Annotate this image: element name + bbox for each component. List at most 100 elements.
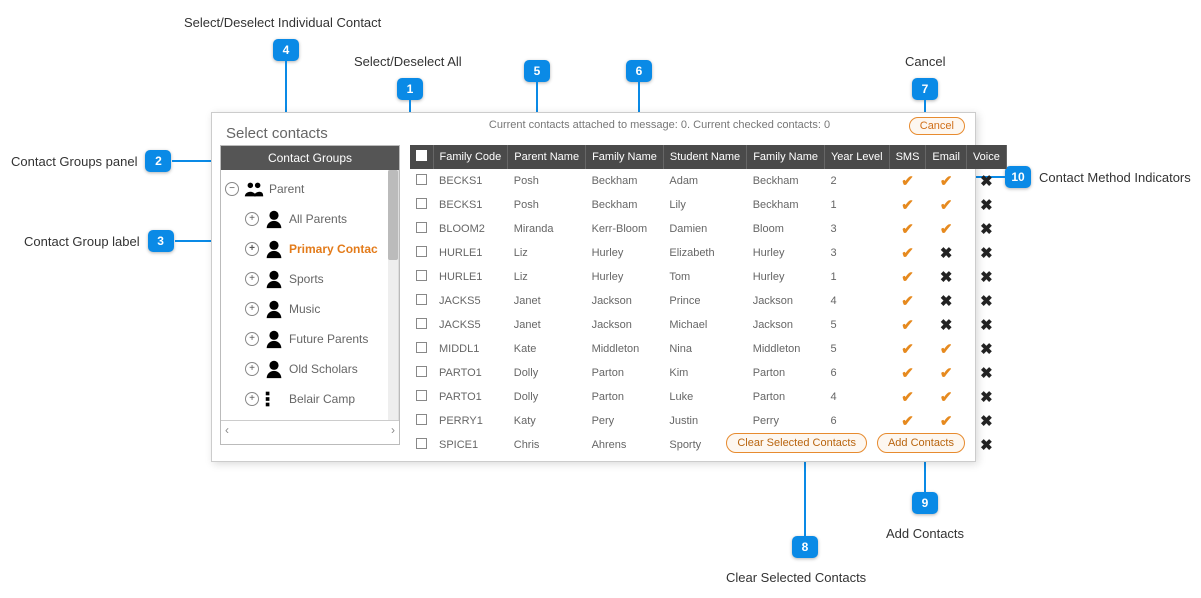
col-family-name2[interactable]: Family Name [747,145,825,169]
select-all-checkbox[interactable] [416,150,427,161]
cell-family-code: PERRY1 [433,409,508,433]
cell-family-name: Beckham [586,169,664,193]
table-row[interactable]: BECKS1PoshBeckhamLilyBeckham1✔✔✖ [410,193,1006,217]
row-checkbox-cell[interactable] [410,385,433,409]
col-parent-name[interactable]: Parent Name [508,145,586,169]
expand-icon[interactable]: + [245,272,259,286]
row-checkbox-cell[interactable] [410,337,433,361]
expand-icon[interactable]: + [245,302,259,316]
table-row[interactable]: HURLE1LizHurleyElizabethHurley3✔✖✖ [410,241,1006,265]
expand-icon[interactable]: + [245,332,259,346]
col-year-level[interactable]: Year Level [824,145,889,169]
callout-label: Contact Group label [24,234,140,249]
table-row[interactable]: PERRY1KatyPeryJustinPerry6✔✔✖ [410,409,1006,433]
cell-email: ✔ [926,409,967,433]
callout-num-6: 6 [626,60,652,82]
table-row[interactable]: HURLE1LizHurleyTomHurley1✔✖✖ [410,265,1006,289]
callout-num-5: 5 [524,60,550,82]
check-icon: ✔ [940,413,953,430]
clear-selected-button[interactable]: Clear Selected Contacts [726,433,867,453]
row-checkbox[interactable] [416,294,427,305]
row-checkbox[interactable] [416,342,427,353]
expand-icon[interactable]: + [245,212,259,226]
table-row[interactable]: PARTO1DollyPartonLukeParton4✔✔✖ [410,385,1006,409]
row-checkbox-cell[interactable] [410,313,433,337]
sidebar-item-label: Sports [289,272,324,286]
col-email[interactable]: Email [926,145,967,169]
scroll-left-icon[interactable]: ‹ [225,423,229,437]
cell-sms: ✔ [889,313,926,337]
row-checkbox-cell[interactable] [410,289,433,313]
row-checkbox[interactable] [416,318,427,329]
col-sms[interactable]: SMS [889,145,926,169]
callout-10: 10 Contact Method Indicators [1005,166,1191,188]
expand-icon[interactable]: + [245,392,259,406]
cell-sms: ✔ [889,409,926,433]
row-checkbox[interactable] [416,222,427,233]
table-row[interactable]: BECKS1PoshBeckhamAdamBeckham2✔✔✖ [410,169,1006,193]
row-checkbox[interactable] [416,246,427,257]
cell-family-code: MIDDL1 [433,337,508,361]
cell-family-name2: Beckham [747,193,825,217]
row-checkbox[interactable] [416,414,427,425]
sidebar-item[interactable]: +Belair Camp [223,384,396,414]
expand-icon[interactable]: + [245,242,259,256]
sidebar-item[interactable]: +Primary Contac [223,234,396,264]
row-checkbox-cell[interactable] [410,361,433,385]
cell-parent-name: Posh [508,193,586,217]
cell-family-name2: Hurley [747,241,825,265]
callout-label: Select/Deselect All [354,54,462,69]
sidebar-item[interactable]: + Future Parents [223,324,396,354]
row-checkbox-cell[interactable] [410,409,433,433]
cancel-button[interactable]: Cancel [909,117,965,135]
cell-year-level: 4 [824,385,889,409]
row-checkbox-cell[interactable] [410,265,433,289]
contacts-table-wrap: Family Code Parent Name Family Name Stud… [410,145,967,457]
sidebar-item[interactable]: + Sports [223,264,396,294]
col-voice[interactable]: Voice [966,145,1006,169]
scrollbar-thumb[interactable] [388,170,398,260]
table-header-row: Family Code Parent Name Family Name Stud… [410,145,1006,169]
scroll-right-icon[interactable]: › [391,423,395,437]
table-row[interactable]: JACKS5JanetJacksonPrinceJackson4✔✖✖ [410,289,1006,313]
row-checkbox-cell[interactable] [410,169,433,193]
horizontal-scrollbar[interactable]: ‹ › [221,420,399,438]
sidebar-item[interactable]: −Parent [223,174,396,204]
sidebar-item[interactable]: +All Parents [223,204,396,234]
cell-email: ✖ [926,265,967,289]
cell-student-name: Michael [663,313,746,337]
cell-family-name: Middleton [586,337,664,361]
scrollbar-track[interactable] [388,170,398,420]
row-checkbox[interactable] [416,438,427,449]
row-checkbox-cell[interactable] [410,433,433,457]
select-all-header[interactable] [410,145,433,169]
collapse-icon[interactable]: − [225,182,239,196]
row-checkbox[interactable] [416,198,427,209]
row-checkbox[interactable] [416,366,427,377]
sidebar-item[interactable]: +Music [223,294,396,324]
table-row[interactable]: PARTO1DollyPartonKimParton6✔✔✖ [410,361,1006,385]
row-checkbox-cell[interactable] [410,193,433,217]
cell-family-name2: Jackson [747,289,825,313]
row-checkbox[interactable] [416,174,427,185]
check-icon: ✔ [901,221,914,238]
col-family-name[interactable]: Family Name [586,145,664,169]
row-checkbox-cell[interactable] [410,241,433,265]
row-checkbox-cell[interactable] [410,217,433,241]
cell-parent-name: Janet [508,313,586,337]
table-row[interactable]: BLOOM2MirandaKerr-BloomDamienBloom3✔✔✖ [410,217,1006,241]
row-checkbox[interactable] [416,390,427,401]
col-family-code[interactable]: Family Code [433,145,508,169]
cell-student-name: Lily [663,193,746,217]
sidebar-item-label: Future Parents [289,332,368,346]
cell-parent-name: Miranda [508,217,586,241]
expand-icon[interactable]: + [245,362,259,376]
callout-line [804,460,806,536]
sidebar-item[interactable]: +Old Scholars [223,354,396,384]
col-student-name[interactable]: Student Name [663,145,746,169]
table-row[interactable]: MIDDL1KateMiddletonNinaMiddleton5✔✔✖ [410,337,1006,361]
row-checkbox[interactable] [416,270,427,281]
sidebar-item[interactable]: +Student [223,414,396,420]
table-row[interactable]: JACKS5JanetJacksonMichaelJackson5✔✖✖ [410,313,1006,337]
add-contacts-button[interactable]: Add Contacts [877,433,965,453]
